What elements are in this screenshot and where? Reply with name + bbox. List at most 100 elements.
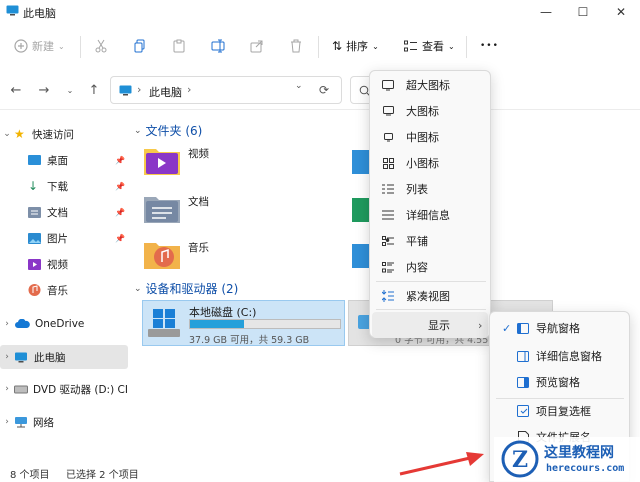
sidebar-item-downloads[interactable]: ↓ 下载 [0,174,128,198]
navigation-pane: ⌄ ★ 快速访问 桌面 ↓ 下载 文档 图片 视频 音乐 📌 📌 📌 📌 › O… [0,112,130,462]
menu-item-details-pane[interactable]: 详细信息窗格 [490,343,629,369]
close-icon: ✕ [615,5,627,19]
recent-button[interactable]: ⌄ [62,82,78,98]
sort-icon: ⇅ [332,39,343,53]
cloud-icon [15,319,30,328]
more-icon: ••• [480,41,499,51]
menu-item-content[interactable]: 内容 [370,254,490,280]
copy-icon[interactable] [133,39,147,53]
maximize-icon: ☐ [577,5,589,19]
menu-item-large-icons[interactable]: 大图标 [370,98,490,124]
sidebar-item-pictures[interactable]: 图片 [0,226,128,250]
up-button[interactable]: ↑ [86,82,102,98]
annotation-arrow [399,452,484,476]
menu-item-label: 详细信息窗格 [536,350,602,363]
menu-item-tiles[interactable]: • 平铺 [370,228,490,254]
menu-item-navigation-pane[interactable]: ✓ 导航窗格 [490,315,629,341]
forward-button[interactable]: → [36,82,52,98]
folder-label: 音乐 [188,241,209,254]
pictures-icon [28,232,41,244]
sidebar-item-label: OneDrive [35,318,85,330]
folders-group-header[interactable]: ⌄ 文件夹 (6) [134,122,202,139]
maximize-button[interactable]: ☐ [564,0,602,24]
drive-info: 37.9 GB 可用，共 59.3 GB [189,335,310,346]
chevron-down-icon: ⌄ [3,129,11,139]
menu-item-details[interactable]: 详细信息 [370,202,490,228]
cut-icon[interactable] [94,39,108,53]
menu-item-extra-large-icons[interactable]: 超大图标 [370,72,490,98]
star-icon: ★ [14,127,25,141]
delete-icon[interactable] [289,39,303,53]
address-dropdown-icon[interactable]: ⌄ [295,81,303,91]
menu-item-preview-pane[interactable]: 预览窗格 [490,369,629,395]
sidebar-item-videos[interactable]: 视频 [0,252,128,276]
drive-tile-c[interactable]: 本地磁盘 (C:) 37.9 GB 可用，共 59.3 GB [142,300,345,346]
details-pane-icon [510,350,536,362]
paste-icon[interactable] [172,39,186,53]
menu-item-label: 内容 [406,261,428,274]
back-button[interactable]: ← [8,82,24,98]
folder-tile-videos[interactable]: 视频 [144,142,354,178]
folder-icon[interactable] [352,194,370,222]
sidebar-item-quick-access[interactable]: ⌄ ★ 快速访问 [0,122,128,146]
dvd-drive-icon [14,385,28,394]
chevron-down-icon: ⌄ [66,85,74,95]
folder-tile-music[interactable]: 音乐 [144,236,354,272]
sidebar-item-network[interactable]: › 网络 [0,410,128,434]
menu-item-label: 列表 [406,183,428,196]
view-menu: 超大图标 大图标 中图标 小图标 列表 详细信息 • 平铺 内容 紧凑视图 显示… [369,70,491,338]
separator [318,36,319,58]
computer-icon [15,352,27,362]
desktop-icon [28,155,41,165]
chevron-right-icon: › [5,352,9,362]
new-button[interactable]: 新建 ⌄ [14,34,65,58]
drive-label: 本地磁盘 (C:) [189,306,257,319]
menu-item-label: 小图标 [406,157,439,170]
menu-item-small-icons[interactable]: 小图标 [370,150,490,176]
new-label: 新建 [32,40,54,53]
sidebar-item-music[interactable]: 音乐 [0,278,128,302]
breadcrumb-separator: › [137,83,142,96]
rename-icon[interactable] [211,39,225,53]
separator [466,36,467,58]
sidebar-item-label: 下载 [47,180,68,193]
breadcrumb-separator: › [187,83,192,96]
view-button[interactable]: 查看 ⌄ [404,34,455,58]
sidebar-item-dvd[interactable]: › DVD 驱动器 (D:) CI [0,377,128,401]
arrow-up-icon: ↑ [88,82,100,98]
drives-group-header[interactable]: ⌄ 设备和驱动器 (2) [134,280,238,297]
folder-tile-documents[interactable]: 文档 [144,190,354,226]
folder-icon[interactable] [352,146,370,174]
folder-icon[interactable] [352,240,370,268]
list-icon [370,184,406,194]
separator [80,36,81,58]
menu-item-medium-icons[interactable]: 中图标 [370,124,490,150]
drive-usage-fill [190,320,244,328]
sort-label: 排序 [346,40,369,53]
sidebar-item-onedrive[interactable]: › OneDrive [0,312,128,336]
share-icon[interactable] [250,39,264,53]
sort-button[interactable]: ⇅ 排序 ⌄ [332,34,379,58]
refresh-icon[interactable]: ⟳ [319,83,329,97]
close-button[interactable]: ✕ [602,0,640,24]
menu-item-item-checkboxes[interactable]: 项目复选框 [490,398,629,424]
menu-item-list[interactable]: 列表 [370,176,490,202]
minimize-button[interactable]: — [527,0,565,24]
menu-item-compact-view[interactable]: 紧凑视图 [370,283,490,309]
status-count: 8 个项目 [10,470,50,481]
window-title: 此电脑 [23,7,56,20]
menu-item-label: 显示 [428,319,450,332]
sidebar-item-label: 音乐 [47,284,68,297]
sidebar-item-documents[interactable]: 文档 [0,200,128,224]
sidebar-item-label: 图片 [47,232,68,245]
plus-circle-icon [14,39,28,53]
menu-item-show[interactable]: 显示 › [372,312,488,338]
pin-icon: 📌 [115,156,125,165]
address-bar[interactable]: › 此电脑 › ⌄ ⟳ [110,76,342,104]
breadcrumb-this-pc[interactable]: 此电脑 [149,84,182,100]
arrow-left-icon: ← [10,82,22,98]
sidebar-item-this-pc[interactable]: › 此电脑 [0,345,128,369]
more-button[interactable]: ••• [480,34,499,58]
monitor-icon [370,79,406,91]
sidebar-item-desktop[interactable]: 桌面 [0,148,128,172]
